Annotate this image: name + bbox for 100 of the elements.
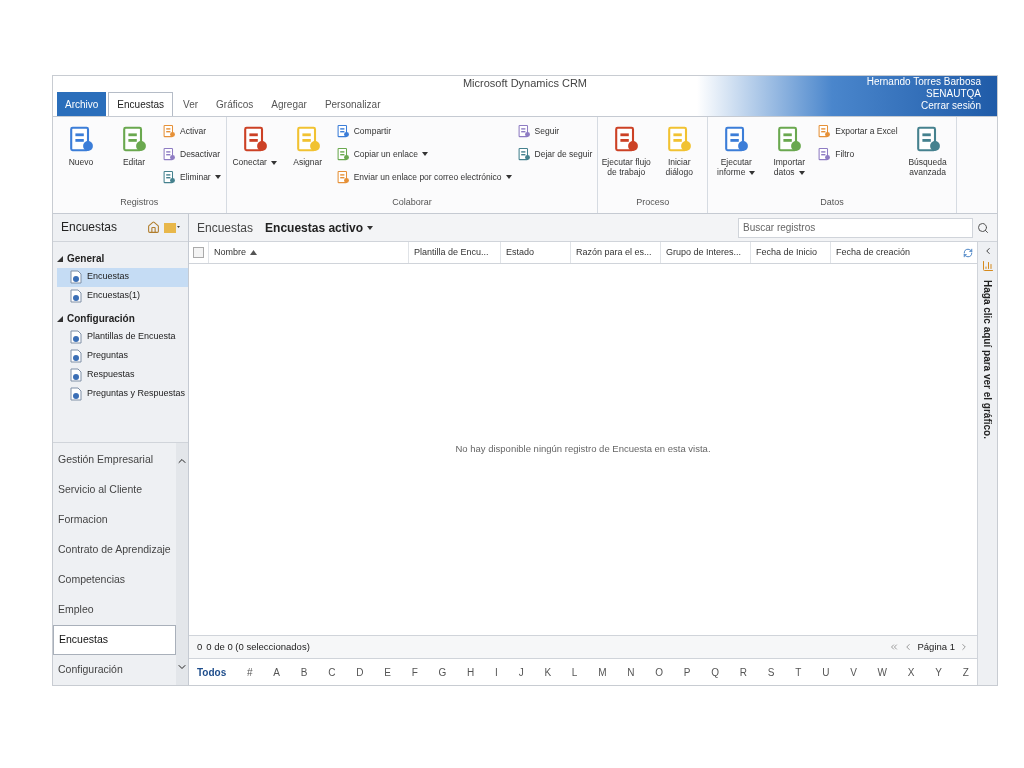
nav-item[interactable]: Preguntas y Respuestas: [57, 384, 188, 404]
ribbon-button[interactable]: Ejecutar informe: [711, 121, 762, 177]
ribbon-button[interactable]: Desactivar: [162, 144, 223, 164]
document-gear-icon: [69, 387, 83, 402]
letter-filter[interactable]: U: [822, 664, 830, 680]
letter-filter[interactable]: H: [467, 664, 475, 680]
area-button[interactable]: Contrato de Aprendizaje: [53, 535, 176, 565]
ribbon-button[interactable]: Copiar un enlace: [335, 144, 514, 164]
next-page-icon[interactable]: [959, 642, 969, 652]
letter-filter[interactable]: N: [627, 664, 635, 680]
area-button[interactable]: Competencias: [53, 565, 176, 595]
nav-item[interactable]: Encuestas: [57, 267, 188, 287]
record-count: 0: [197, 639, 203, 654]
column-header[interactable]: Estado: [500, 242, 570, 263]
ribbon-button[interactable]: Editar: [109, 121, 159, 167]
letter-filter[interactable]: I: [495, 664, 498, 680]
area-button[interactable]: Encuestas: [53, 625, 176, 655]
area-button[interactable]: Gestión Empresarial: [53, 445, 176, 475]
area-button[interactable]: Configuración: [53, 655, 176, 685]
nav-section-header[interactable]: General: [57, 249, 188, 268]
ribbon-tab[interactable]: Personalizar: [316, 92, 389, 116]
command-icon: [162, 170, 176, 184]
refresh-icon[interactable]: [963, 247, 973, 258]
letter-filter[interactable]: D: [356, 664, 364, 680]
select-all-checkbox[interactable]: [193, 247, 204, 258]
view-selector[interactable]: Encuestas activo: [265, 218, 374, 237]
sign-out-link[interactable]: Cerrar sesión: [920, 100, 981, 112]
search-icon[interactable]: [977, 221, 989, 234]
command-icon: [335, 124, 350, 138]
column-header[interactable]: Fecha de creación: [830, 242, 930, 263]
letter-filter[interactable]: G: [438, 664, 447, 680]
letter-filter[interactable]: F: [411, 664, 418, 680]
column-header[interactable]: Grupo de Interes...: [660, 242, 750, 263]
letter-filter[interactable]: B: [300, 664, 308, 680]
letter-filter[interactable]: M: [598, 664, 607, 680]
search-field[interactable]: Buscar registros: [738, 217, 973, 238]
letter-filter[interactable]: S: [767, 664, 775, 680]
ribbon-button[interactable]: Exportar a Excel: [817, 121, 900, 141]
letter-filter[interactable]: J: [518, 664, 524, 680]
ribbon-button[interactable]: Seguir: [516, 121, 595, 141]
document-gear-icon: [69, 289, 83, 304]
chart-icon[interactable]: [981, 260, 994, 272]
letter-filter[interactable]: Y: [935, 664, 942, 680]
letter-filter[interactable]: Todos: [197, 664, 227, 680]
column-header[interactable]: Plantilla de Encu...: [408, 242, 500, 263]
first-page-icon[interactable]: [889, 642, 900, 652]
nav-item[interactable]: Preguntas: [57, 346, 188, 366]
area-button[interactable]: Servicio al Cliente: [53, 475, 176, 505]
letter-filter[interactable]: X: [907, 664, 915, 680]
nav-section-header[interactable]: Configuración: [57, 309, 188, 328]
letter-filter[interactable]: W: [877, 664, 887, 680]
ribbon-tab[interactable]: Encuestas: [108, 92, 174, 116]
organization-name: SENAUTQA: [926, 88, 981, 100]
letter-filter[interactable]: C: [328, 664, 336, 680]
expanded-arrow-icon[interactable]: [57, 315, 63, 322]
letter-filter[interactable]: V: [850, 664, 857, 680]
area-button[interactable]: Empleo: [53, 595, 176, 625]
letter-filter[interactable]: E: [384, 664, 391, 680]
ribbon-button[interactable]: Nuevo: [56, 121, 106, 167]
nav-item[interactable]: Respuestas: [57, 365, 188, 385]
ribbon-button[interactable]: Iniciar diálogo: [654, 121, 705, 177]
selection-status: 0 de 0 (0 seleccionados): [206, 639, 310, 654]
column-header[interactable]: Nombre: [208, 242, 408, 263]
ribbon-button[interactable]: Conectar: [229, 121, 280, 167]
expanded-arrow-icon[interactable]: [57, 255, 63, 262]
home-icon[interactable]: [147, 220, 160, 234]
document-gear-icon: [69, 349, 83, 364]
letter-filter[interactable]: Q: [711, 664, 720, 680]
nav-item[interactable]: Plantillas de Encuesta: [57, 327, 188, 347]
ribbon-button[interactable]: Importar datos: [764, 121, 815, 177]
ribbon-button[interactable]: Dejar de seguir: [516, 144, 595, 164]
ribbon-tab[interactable]: Agregar: [263, 92, 315, 116]
command-icon: [775, 125, 804, 153]
column-header[interactable]: Razón para el es...: [570, 242, 660, 263]
ribbon-button[interactable]: Enviar un enlace por correo electrónico: [335, 167, 514, 187]
area-button[interactable]: Formacion: [53, 505, 176, 535]
ribbon-button[interactable]: Compartir: [335, 121, 514, 141]
letter-filter[interactable]: O: [655, 664, 664, 680]
command-icon: [516, 124, 531, 138]
letter-filter[interactable]: K: [544, 664, 552, 680]
letter-filter[interactable]: L: [571, 664, 578, 680]
letter-filter[interactable]: P: [683, 664, 691, 680]
command-icon: [335, 170, 350, 184]
letter-filter[interactable]: Z: [962, 664, 969, 680]
ribbon-tab[interactable]: Ver: [175, 92, 207, 116]
nav-item[interactable]: Encuestas(1): [57, 286, 188, 306]
ribbon-tab[interactable]: Gráficos: [208, 92, 262, 116]
command-icon: [817, 124, 832, 138]
column-header[interactable]: Fecha de Inicio: [750, 242, 830, 263]
ribbon-button[interactable]: Filtro: [817, 144, 900, 164]
ribbon-button[interactable]: Búsqueda avanzada: [902, 121, 953, 177]
letter-filter[interactable]: A: [273, 664, 281, 680]
letter-filter[interactable]: R: [739, 664, 748, 680]
file-tab[interactable]: Archivo: [57, 92, 107, 116]
ribbon-button[interactable]: Activar: [162, 121, 223, 141]
ribbon-button[interactable]: Ejecutar flujo de trabajo: [601, 121, 652, 177]
letter-filter[interactable]: #: [247, 664, 253, 680]
ribbon-button[interactable]: Eliminar: [162, 167, 223, 187]
ribbon-button[interactable]: Asignar: [282, 121, 333, 167]
letter-filter[interactable]: T: [795, 664, 802, 680]
